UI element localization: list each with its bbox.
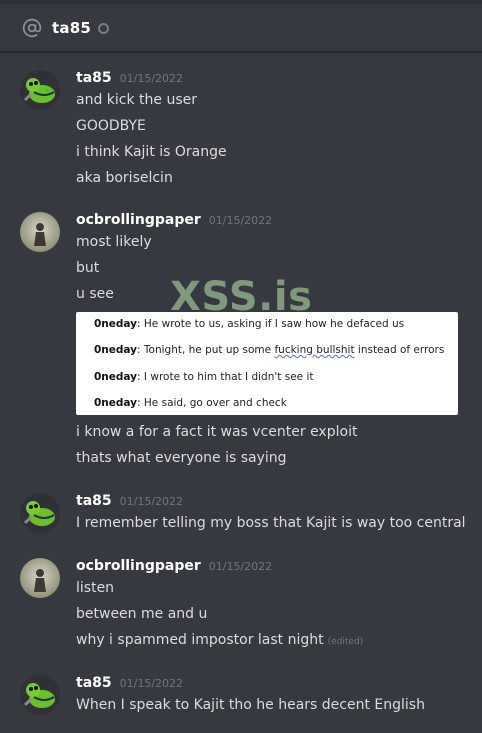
embed-line: 0neday: Tonight, he put up some fucking … bbox=[94, 344, 445, 356]
avatar[interactable] bbox=[20, 212, 60, 252]
message-timestamp: 01/15/2022 bbox=[119, 72, 184, 85]
message-text: u see bbox=[76, 286, 114, 302]
message-author[interactable]: ta85 bbox=[76, 70, 112, 86]
offline-status-icon bbox=[97, 22, 109, 34]
message-text: and kick the user bbox=[76, 92, 198, 108]
message-text: listen bbox=[76, 580, 115, 596]
message-author[interactable]: ocbrollingpaper bbox=[76, 212, 201, 228]
message-author[interactable]: ta85 bbox=[76, 675, 112, 691]
xss-watermark: XSS.is bbox=[170, 274, 313, 320]
channel-name[interactable]: ta85 bbox=[52, 19, 91, 37]
figure-avatar-icon bbox=[20, 212, 60, 252]
chat-screenshot-embed[interactable]: 0neday: He wrote to us, asking if I saw … bbox=[76, 312, 458, 415]
embed-line: 0neday: I wrote to him that I didn't see… bbox=[94, 371, 314, 383]
message-text: i know a for a fact it was vcenter explo… bbox=[76, 424, 358, 440]
message-timestamp: 01/15/2022 bbox=[208, 560, 273, 573]
message-timestamp: 01/15/2022 bbox=[119, 677, 184, 690]
message-text: most likely bbox=[76, 234, 152, 250]
message-timestamp: 01/15/2022 bbox=[119, 495, 184, 508]
figure-avatar-icon bbox=[20, 558, 60, 598]
at-mention-icon bbox=[22, 18, 42, 37]
message-text: GOODBYE bbox=[76, 118, 146, 134]
avatar[interactable] bbox=[20, 70, 60, 110]
caterpillar-avatar-icon bbox=[20, 675, 60, 715]
message-text: between me and u bbox=[76, 606, 208, 622]
dm-header: ta85 bbox=[0, 4, 482, 52]
message-text: but bbox=[76, 260, 100, 276]
message-author[interactable]: ta85 bbox=[76, 493, 112, 509]
caterpillar-avatar-icon bbox=[20, 70, 60, 110]
embed-line: 0neday: He said, go over and check bbox=[94, 397, 287, 409]
avatar[interactable] bbox=[20, 493, 60, 533]
message-text: why i spammed impostor last night (edited… bbox=[76, 632, 364, 648]
message-text: aka boriselcin bbox=[76, 170, 173, 186]
message-text: When I speak to Kajit tho he hears decen… bbox=[76, 697, 425, 713]
message-text: I remember telling my boss that Kajit is… bbox=[76, 515, 466, 531]
edited-label: (edited) bbox=[327, 637, 364, 647]
message-text: i think Kajit is Orange bbox=[76, 144, 227, 160]
message-timestamp: 01/15/2022 bbox=[208, 214, 273, 227]
message-author[interactable]: ocbrollingpaper bbox=[76, 558, 201, 574]
caterpillar-avatar-icon bbox=[20, 493, 60, 533]
avatar[interactable] bbox=[20, 675, 60, 715]
avatar[interactable] bbox=[20, 558, 60, 598]
message-text: thats what everyone is saying bbox=[76, 450, 287, 466]
